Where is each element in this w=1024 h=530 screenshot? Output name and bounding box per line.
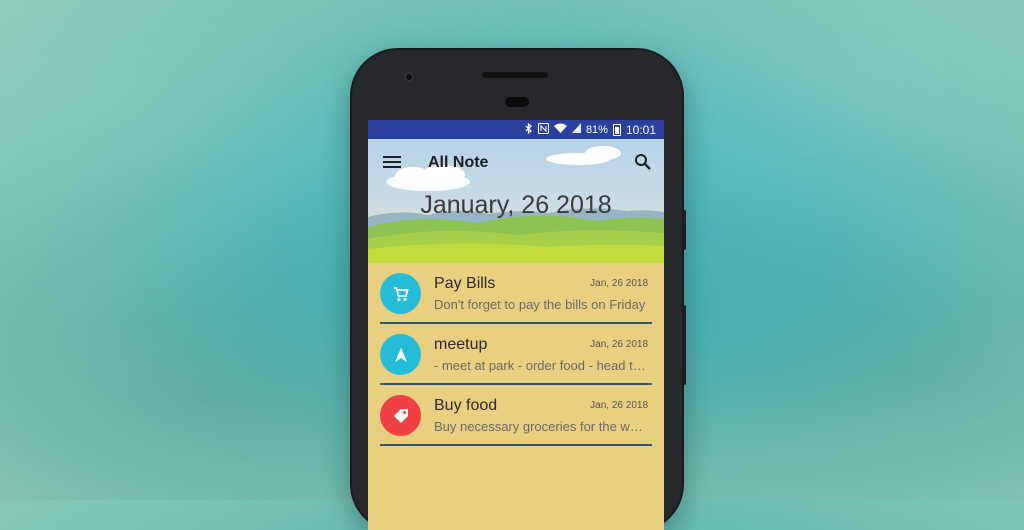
note-title: Buy food [434, 397, 498, 414]
note-date: Jan, 26 2018 [590, 339, 648, 350]
note-title: Pay Bills [434, 275, 496, 292]
proximity-sensor [505, 97, 529, 107]
front-camera [404, 72, 414, 82]
phone-frame: 81% 10:01 All Note January, 26 2018 Pay … [352, 50, 686, 530]
bluetooth-icon [525, 122, 533, 137]
note-avatar [380, 395, 421, 436]
note-preview: - meet at park - order food - head to th… [434, 358, 648, 373]
page-title: All Note [428, 154, 489, 171]
note-date: Jan, 26 2018 [590, 400, 648, 411]
signal-icon [571, 123, 581, 136]
note-preview: Don't forget to pay the bills on Friday [434, 297, 646, 312]
search-icon[interactable] [634, 153, 652, 171]
battery-icon [612, 123, 621, 136]
earpiece-speaker [482, 72, 548, 78]
note-avatar [380, 273, 421, 314]
note-date: Jan, 26 2018 [590, 278, 648, 289]
volume-button [682, 305, 686, 385]
note-item[interactable]: Pay Bills Jan, 26 2018 Don't forget to p… [380, 263, 652, 324]
note-preview: Buy necessary groceries for the week [434, 419, 648, 434]
note-avatar [380, 334, 421, 375]
note-item[interactable]: Buy food Jan, 26 2018 Buy necessary groc… [380, 385, 652, 446]
wifi-icon [553, 123, 567, 136]
tag-icon [393, 408, 408, 423]
hamburger-menu-icon[interactable] [383, 156, 401, 170]
app-screen: 81% 10:01 All Note January, 26 2018 Pay … [368, 120, 664, 530]
navigation-arrow-icon [394, 347, 407, 362]
clock: 10:01 [625, 122, 656, 137]
app-header: All Note January, 26 2018 [368, 139, 664, 263]
note-item[interactable]: meetup Jan, 26 2018 - meet at park - ord… [380, 324, 652, 385]
note-title: meetup [434, 336, 488, 353]
nfc-icon [537, 122, 549, 137]
battery-percent: 81% [585, 123, 608, 136]
cart-icon [393, 286, 409, 301]
status-bar: 81% 10:01 [368, 120, 664, 139]
current-date: January, 26 2018 [420, 191, 612, 219]
power-button [682, 210, 686, 250]
notes-list: Pay Bills Jan, 26 2018 Don't forget to p… [368, 263, 664, 446]
